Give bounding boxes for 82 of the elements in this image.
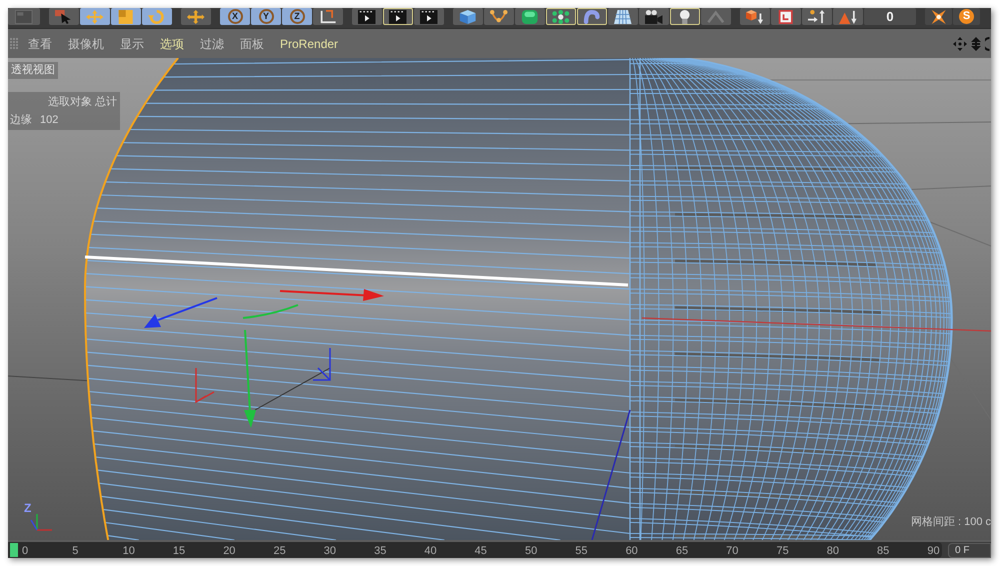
frame-number: 75 [776,545,789,557]
grid-spacing-label: 网格间距 : 100 c [910,515,991,529]
frame-number: 25 [273,545,286,557]
menu-item[interactable]: 查看 [28,38,52,50]
menu-item[interactable]: 摄像机 [68,38,104,50]
menu-item[interactable]: 选项 [160,38,184,50]
playhead-marker[interactable] [10,543,18,557]
frame-number: 45 [474,545,487,557]
axis-lock-button[interactable]: Z [282,8,312,25]
menu-item[interactable]: 过滤 [200,38,224,50]
world-axis-gizmo [30,514,52,531]
clapperboard-icon [358,10,376,24]
axis-marker [312,347,331,381]
clapperboard-icon [389,10,407,24]
timeline-ruler[interactable]: 0 5 10 15 20 25 30 35 40 45 50 55 60 65 70 75 80 85 90 [8,542,942,558]
toolbar-button[interactable] [771,8,801,25]
frame-number: 40 [424,545,437,557]
frame-number: 10 [122,545,135,557]
stats-heading: 选取对象 总计 [48,95,117,109]
rounded-cube-icon [521,10,539,24]
menu-item[interactable]: ProRender [280,38,338,50]
framed-corner-icon [777,10,795,24]
frame-number: 60 [626,545,638,557]
floor-grid-line [930,222,991,246]
axis-lock-button[interactable]: Y [251,8,281,25]
frame-number: 55 [575,545,588,557]
y-axis-arrow[interactable] [244,330,256,428]
clapperboard-icon [420,10,438,24]
plus-arrows-icon [187,10,205,24]
caret-up-icon [707,10,725,24]
curve-icon [490,10,508,24]
viewport[interactable]: 透视视图 选取对象 总计 边缘 102 Z 网格间距 : 100 c [8,58,991,540]
pan-arrows-icon[interactable] [953,36,967,50]
rotation-handle[interactable] [242,304,298,319]
move-arrows-icon [86,10,104,24]
scale-square-icon [117,10,135,24]
frame-number: 5 [72,545,78,557]
logo-button[interactable]: S [953,8,980,25]
axis-label: Z [24,502,32,515]
value-field[interactable]: 0 [864,8,916,25]
rotate-view-icon[interactable] [985,36,990,50]
toolbar-button[interactable] [925,8,952,25]
dot-cluster-icon [552,10,570,24]
cursor-icon [55,10,73,24]
window-icon [15,10,33,24]
frame-number: 20 [223,545,236,557]
view-name-label[interactable]: 透视视图 [8,62,58,79]
toolbar-button[interactable] [639,8,669,25]
toolbar-button[interactable] [383,8,413,25]
rotate-arrow-icon [148,10,166,24]
sort-arrows-icon [808,10,826,24]
frame-number: 70 [726,545,738,557]
frame-number: 85 [877,545,890,557]
stats-label: 边缘 [10,113,32,127]
stats-value: 102 [40,113,58,127]
frame-number: 80 [826,545,839,557]
toolbar-button[interactable] [414,8,444,25]
frame-number: 0 [22,545,28,557]
vertical-arrows-icon[interactable] [970,36,982,50]
camera-icon [645,10,663,24]
menu-item[interactable]: 面板 [240,38,264,50]
frame-number: 65 [676,545,688,557]
cube-icon [459,10,477,24]
cube-down-arrow-icon [746,10,764,24]
x-axis-arrow[interactable] [280,289,384,301]
grid-plane-icon [614,10,632,24]
axes-icon [319,10,337,24]
axis-lock-button[interactable]: X [220,8,250,25]
frame-number: 50 [524,545,538,557]
bent-tube-icon [583,10,601,24]
frame-field[interactable]: 0 F [948,543,991,558]
frame-number: 90 [927,545,940,557]
grip-icon[interactable] [10,38,18,50]
frame-number: 35 [374,545,386,557]
z-axis-arrow[interactable] [144,297,218,328]
menu-item[interactable]: 显示 [120,38,144,50]
burst-icon [930,10,948,24]
toolbar-button[interactable] [352,8,382,25]
axis-marker [195,367,215,404]
frame-number: 15 [172,545,186,557]
frame-number: 30 [324,545,336,557]
triangle-down-arrow-icon [839,10,857,24]
